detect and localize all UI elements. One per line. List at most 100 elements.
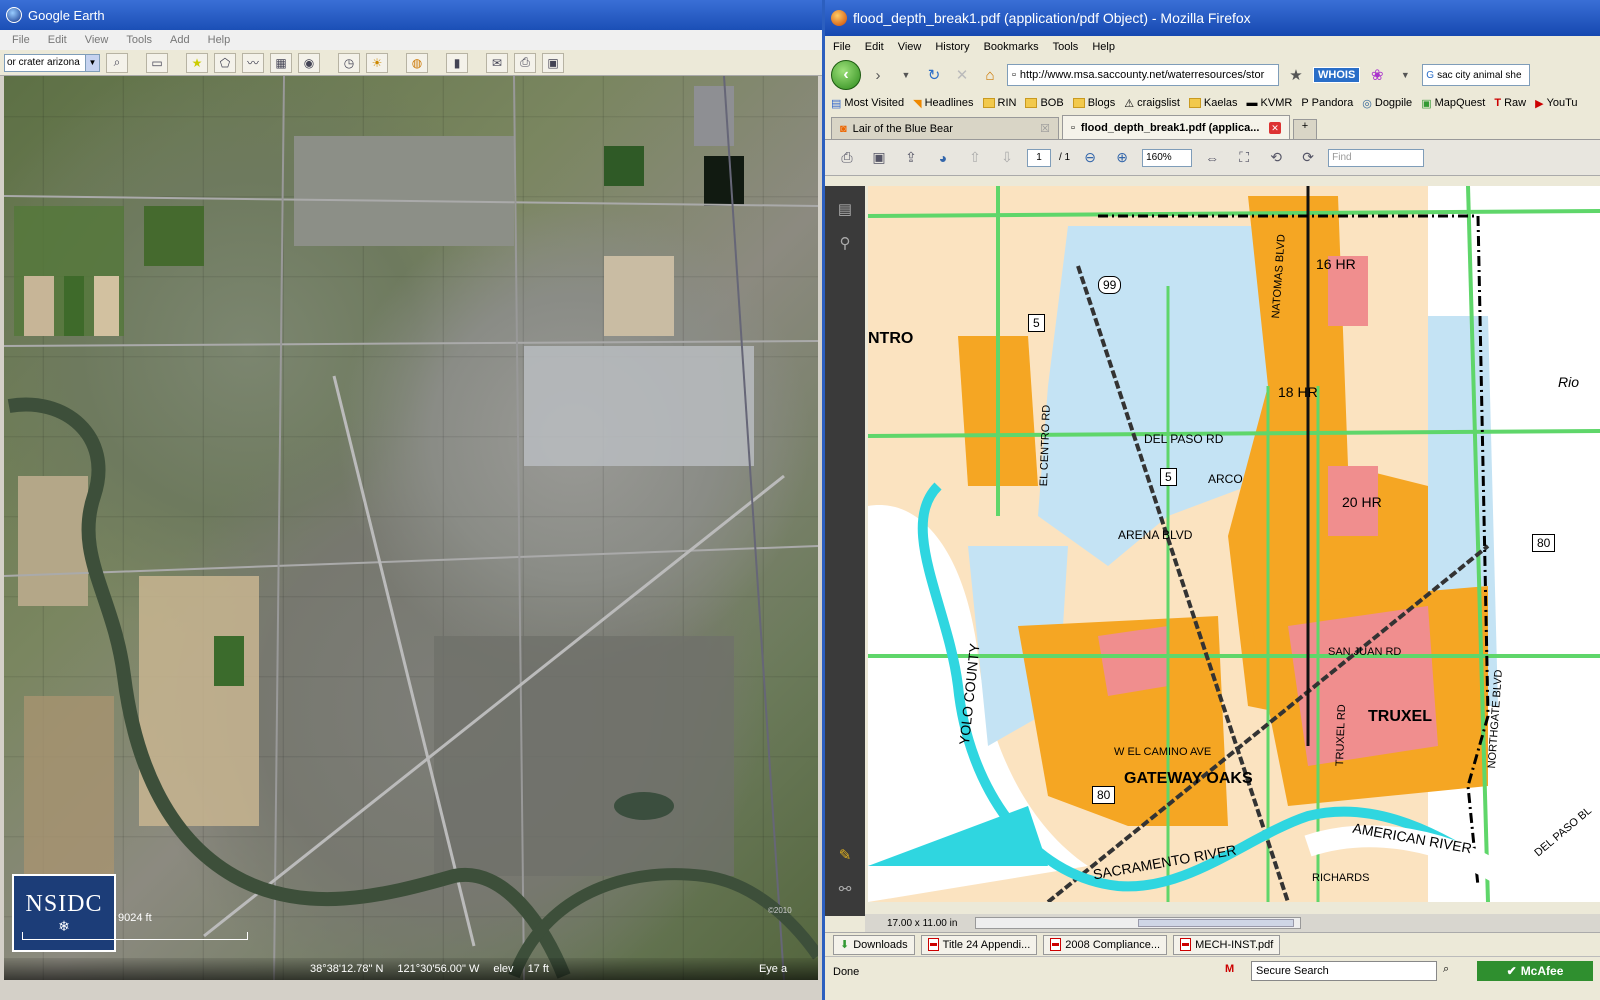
- dogpile-icon: ◎: [1362, 97, 1372, 110]
- reload-icon[interactable]: ↻: [923, 64, 945, 86]
- page-number-input[interactable]: 1: [1027, 148, 1051, 167]
- download-title-24[interactable]: Title 24 Appendi...: [920, 934, 1038, 955]
- email-icon[interactable]: ✉: [486, 52, 508, 73]
- ff-menu-help[interactable]: Help: [1092, 41, 1115, 53]
- forward-button[interactable]: ›: [867, 64, 889, 86]
- search-icon[interactable]: ⌕: [106, 52, 128, 73]
- rotate-right-icon[interactable]: ⟳: [1296, 146, 1320, 170]
- bookmark-star-icon[interactable]: ★: [1285, 64, 1307, 86]
- share-icon[interactable]: ⇪: [899, 146, 923, 170]
- ff-menu-file[interactable]: File: [833, 41, 851, 53]
- paperclip-icon[interactable]: ⚯: [834, 878, 856, 900]
- historical-imagery-icon[interactable]: ◷: [338, 52, 360, 73]
- tab-close-icon[interactable]: ✕: [1269, 121, 1281, 134]
- ge-search-input[interactable]: or crater arizona ▼: [4, 53, 100, 72]
- url-bar[interactable]: ▫ http://www.msa.saccounty.net/waterreso…: [1007, 64, 1279, 86]
- zoom-level-select[interactable]: 160%: [1142, 148, 1193, 167]
- forward-arrow-icon: ›: [875, 66, 881, 84]
- print-icon[interactable]: ⎙: [514, 52, 536, 73]
- mcafee-shield-icon[interactable]: M: [1225, 963, 1234, 975]
- zoom-out-icon[interactable]: ⊖: [1078, 146, 1102, 170]
- ff-menu-view[interactable]: View: [898, 41, 922, 53]
- bookmark-rin[interactable]: RIN: [982, 97, 1017, 109]
- bookmark-youtube[interactable]: ▶ YouTu: [1535, 97, 1577, 110]
- ge-menu-file[interactable]: File: [12, 34, 30, 46]
- ff-menubar: File Edit View History Bookmarks Tools H…: [825, 36, 1600, 58]
- previous-page-icon[interactable]: ⇧: [963, 146, 987, 170]
- secure-search-go-icon[interactable]: ⌕: [1443, 963, 1449, 976]
- stop-icon[interactable]: ✕: [951, 64, 973, 86]
- map-label-del-paso-rd: DEL PASO RD: [1144, 432, 1224, 446]
- image-overlay-icon[interactable]: ▦: [270, 52, 292, 73]
- save-image-icon[interactable]: ▣: [542, 52, 564, 73]
- bookmark-label: RIN: [997, 97, 1017, 109]
- bookmark-pandora[interactable]: P Pandora: [1301, 97, 1353, 109]
- bookmark-headlines[interactable]: ◥ Headlines: [913, 97, 973, 110]
- addon-dropdown-icon[interactable]: ▼: [1394, 64, 1416, 86]
- addon-icon[interactable]: ❀: [1366, 64, 1388, 86]
- download-mech-inst[interactable]: MECH-INST.pdf: [1173, 934, 1281, 955]
- google-search-icon: G: [1426, 69, 1435, 81]
- new-tab-button[interactable]: +: [1293, 119, 1317, 139]
- fit-page-icon[interactable]: ⛶: [1232, 146, 1256, 170]
- bookmark-label: Pandora: [1311, 97, 1354, 109]
- ge-menu-view[interactable]: View: [85, 34, 109, 46]
- save-icon[interactable]: ▣: [867, 146, 891, 170]
- secure-search-input[interactable]: Secure Search: [1251, 961, 1437, 981]
- tab-lair-of-the-blue-bear[interactable]: ◙ Lair of the Blue Bear ☒: [831, 117, 1059, 139]
- bookmark-blogs[interactable]: Blogs: [1072, 97, 1115, 109]
- ruler-icon[interactable]: ▮: [446, 52, 468, 73]
- ff-menu-edit[interactable]: Edit: [865, 41, 884, 53]
- mcafee-siteadvisor-button[interactable]: ✔ McAfee: [1477, 961, 1593, 981]
- path-icon[interactable]: 〰: [242, 52, 264, 73]
- sunlight-icon[interactable]: ☀: [366, 52, 388, 73]
- ge-menu-tools[interactable]: Tools: [126, 34, 152, 46]
- whois-button[interactable]: WHOIS: [1313, 67, 1361, 83]
- pages-panel-icon[interactable]: ▤: [834, 198, 856, 220]
- attachments-binoculars-icon[interactable]: ⚲: [834, 232, 856, 254]
- bookmark-raw[interactable]: T Raw: [1494, 97, 1526, 109]
- scrollbar-thumb[interactable]: [1138, 919, 1295, 927]
- bookmark-kvmr[interactable]: ▬ KVMR: [1247, 97, 1293, 109]
- horizontal-scrollbar[interactable]: [975, 917, 1302, 929]
- zoom-in-icon[interactable]: ⊕: [1110, 146, 1134, 170]
- pdf-flood-map[interactable]: 16 HR 18 HR 20 HR NTRO DEL PASO RD EL CE…: [868, 186, 1600, 902]
- collaborate-icon[interactable]: ◕: [931, 146, 955, 170]
- ff-menu-bookmarks[interactable]: Bookmarks: [984, 41, 1039, 53]
- back-button[interactable]: ‹: [831, 60, 861, 90]
- ff-menu-history[interactable]: History: [935, 41, 969, 53]
- comments-icon[interactable]: ✎: [834, 844, 856, 866]
- bookmark-dogpile[interactable]: ◎ Dogpile: [1362, 97, 1412, 110]
- bookmark-kaelas[interactable]: Kaelas: [1188, 97, 1238, 109]
- chevron-down-icon[interactable]: ▼: [85, 54, 99, 71]
- bookmark-bob[interactable]: BOB: [1025, 97, 1064, 109]
- tab-flood-depth-pdf[interactable]: ▫ flood_depth_break1.pdf (applica... ✕: [1062, 115, 1290, 139]
- blogger-icon: ◙: [840, 122, 847, 135]
- print-icon[interactable]: ⎙: [835, 146, 859, 170]
- downloads-button[interactable]: ⬇ Downloads: [833, 934, 915, 955]
- history-dropdown-icon[interactable]: ▼: [895, 64, 917, 86]
- satellite-imagery: [4, 76, 818, 980]
- web-search-input[interactable]: G sac city animal she: [1422, 64, 1531, 86]
- web-search-value: sac city animal she: [1437, 69, 1522, 81]
- home-icon[interactable]: ⌂: [979, 64, 1001, 86]
- bookmark-craigslist[interactable]: ⚠ craigslist: [1124, 97, 1180, 110]
- rotate-left-icon[interactable]: ⟲: [1264, 146, 1288, 170]
- sidebar-toggle-icon[interactable]: ▭: [146, 52, 168, 73]
- planet-icon[interactable]: ◍: [406, 52, 428, 73]
- polygon-icon[interactable]: ⬠: [214, 52, 236, 73]
- ge-menu-add[interactable]: Add: [170, 34, 190, 46]
- ge-satellite-view[interactable]: [4, 76, 818, 980]
- fit-width-icon[interactable]: ⇔: [1200, 146, 1224, 170]
- bookmark-mapquest[interactable]: ▣ MapQuest: [1421, 97, 1485, 110]
- ge-menu-edit[interactable]: Edit: [48, 34, 67, 46]
- tab-close-icon[interactable]: ☒: [1040, 122, 1050, 135]
- find-input[interactable]: Find: [1328, 148, 1425, 167]
- record-tour-icon[interactable]: ◉: [298, 52, 320, 73]
- ge-menu-help[interactable]: Help: [208, 34, 231, 46]
- placemark-icon[interactable]: ★: [186, 52, 208, 73]
- bookmark-most-visited[interactable]: ▤ Most Visited: [831, 97, 904, 110]
- download-2008-compliance[interactable]: 2008 Compliance...: [1043, 934, 1168, 955]
- ff-menu-tools[interactable]: Tools: [1053, 41, 1079, 53]
- next-page-icon[interactable]: ⇩: [995, 146, 1019, 170]
